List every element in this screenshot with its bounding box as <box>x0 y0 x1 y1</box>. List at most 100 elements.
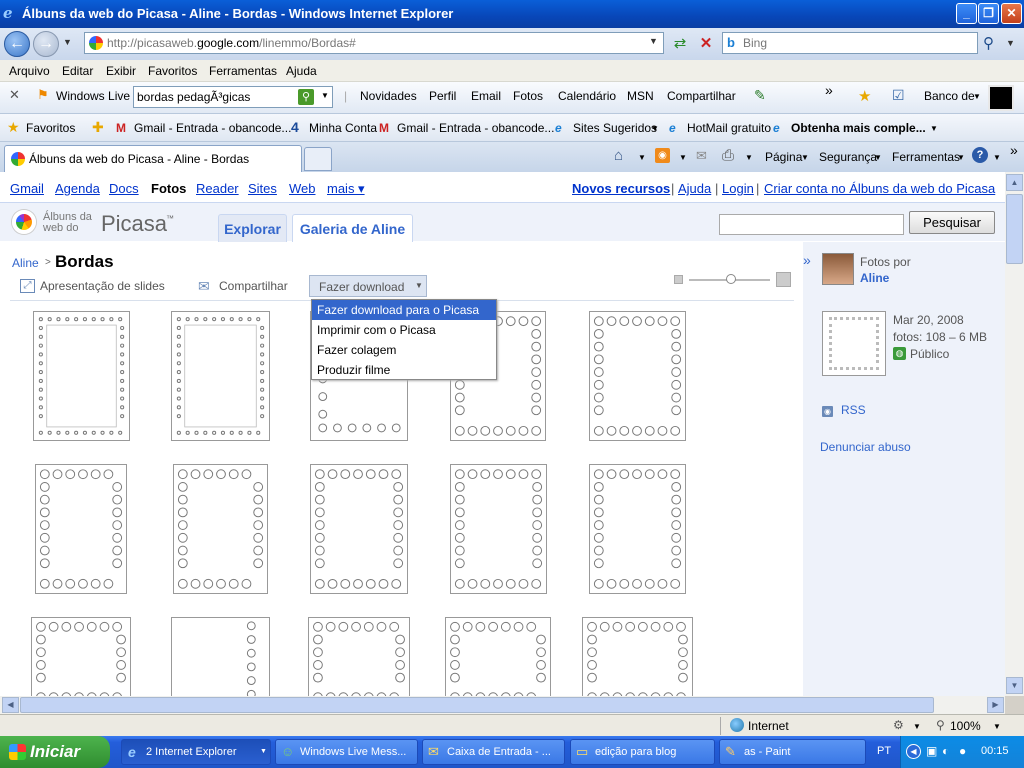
zoom-level[interactable]: 100% <box>950 719 981 733</box>
seguranca-dropdown-icon[interactable]: ▼ <box>874 153 882 162</box>
more-chevron-icon[interactable]: » <box>825 82 833 98</box>
task-paint[interactable]: ✎ as - Paint <box>719 739 866 765</box>
menu-editar[interactable]: Editar <box>62 64 93 78</box>
tray-messenger-icon[interactable]: ● <box>959 744 966 758</box>
collapse-sidebar-icon[interactable]: » <box>803 252 811 268</box>
gbar-agenda[interactable]: Agenda <box>55 181 100 196</box>
favorites-button[interactable]: Favoritos <box>26 121 75 135</box>
tab-galeria[interactable]: Galeria de Aline <box>292 214 413 242</box>
link-email[interactable]: Email <box>471 89 501 103</box>
banco-label[interactable]: Banco de <box>924 89 975 103</box>
banco-dropdown-icon[interactable]: ▼ <box>973 92 981 101</box>
minimize-button[interactable]: _ <box>956 3 977 24</box>
link-msn[interactable]: MSN <box>627 89 654 103</box>
tray-expand-icon[interactable]: ◀ <box>906 744 921 759</box>
album-cover-thumb[interactable] <box>822 311 886 376</box>
menu-ferramentas-tools[interactable]: Ferramentas <box>892 150 960 164</box>
dropdown-print-picasa[interactable]: Imprimir com o Picasa <box>312 320 496 340</box>
owner-link[interactable]: Aline <box>860 271 889 285</box>
gbar-web[interactable]: Web <box>289 181 316 196</box>
checklist-icon[interactable]: ☑ <box>892 87 905 104</box>
photo-thumbnail[interactable] <box>308 617 410 696</box>
photo-thumbnail[interactable] <box>450 464 547 594</box>
home-dropdown-icon[interactable]: ▼ <box>638 153 646 162</box>
photo-thumbnail[interactable] <box>582 617 693 696</box>
photo-thumbnail[interactable] <box>171 617 270 696</box>
breadcrumb-user[interactable]: Aline <box>12 256 39 270</box>
forward-arrow-icon[interactable]: → <box>33 31 59 57</box>
tray-volume-icon[interactable]: ◐ <box>942 744 949 758</box>
scroll-right-icon[interactable]: ▶ <box>987 697 1004 713</box>
rss-link[interactable]: RSS <box>841 403 866 417</box>
dropdown-download-picasa[interactable]: Fazer download para o Picasa <box>312 300 496 320</box>
large-thumb-icon[interactable] <box>776 272 791 287</box>
owner-avatar[interactable] <box>822 253 854 285</box>
share-pencil-icon[interactable]: ✎ <box>754 87 766 104</box>
dropdown-movie[interactable]: Produzir filme <box>312 360 496 380</box>
history-dropdown-icon[interactable]: ▼ <box>63 37 72 47</box>
gbar-mais[interactable]: mais ▾ <box>327 181 365 197</box>
help-dropdown-icon[interactable]: ▼ <box>993 153 1001 162</box>
live-search-dropdown-icon[interactable]: ▼ <box>321 91 329 100</box>
menu-pagina[interactable]: Página <box>765 150 802 164</box>
protected-mode-icon[interactable]: ⚙ <box>893 718 904 732</box>
photo-thumbnail[interactable] <box>31 617 131 696</box>
window-title-bar[interactable]: e Álbuns da web do Picasa - Aline - Bord… <box>0 0 1024 28</box>
favorites-star-icon[interactable]: ★ <box>858 87 871 105</box>
gbar-novos-recursos[interactable]: Novos recursos <box>572 181 670 196</box>
help-icon[interactable]: ? <box>972 147 988 163</box>
task-caixa-entrada[interactable]: ✉ Caixa de Entrada - ... <box>422 739 565 765</box>
new-tab-button[interactable] <box>304 147 332 171</box>
gbar-ajuda[interactable]: Ajuda <box>678 181 711 196</box>
scroll-left-icon[interactable]: ◀ <box>2 697 19 713</box>
task-messenger[interactable]: ☺ Windows Live Mess... <box>275 739 418 765</box>
menu-ferramentas[interactable]: Ferramentas <box>209 64 277 78</box>
search-options-icon[interactable]: ▼ <box>1006 38 1015 48</box>
horizontal-scroll-thumb[interactable] <box>20 697 934 713</box>
search-magnifier-icon[interactable]: ⚲ <box>983 34 994 52</box>
start-button[interactable]: Iniciar <box>0 736 110 768</box>
obtenha-dropdown-icon[interactable]: ▼ <box>930 124 938 133</box>
close-button[interactable]: ✕ <box>1001 3 1022 24</box>
pagina-dropdown-icon[interactable]: ▼ <box>801 153 809 162</box>
zoom-dropdown-icon[interactable]: ▼ <box>993 722 1001 731</box>
gbar-reader[interactable]: Reader <box>196 181 239 196</box>
rss-icon[interactable]: ◉ <box>822 406 833 417</box>
zoom-icon[interactable]: ⚲ <box>936 718 945 732</box>
photo-thumbnail[interactable] <box>33 311 130 441</box>
sites-dropdown-icon[interactable]: ▼ <box>651 124 659 133</box>
menu-ajuda[interactable]: Ajuda <box>286 64 317 78</box>
small-thumb-icon[interactable] <box>674 275 683 284</box>
photo-thumbnail[interactable] <box>445 617 551 696</box>
fav-obtenha[interactable]: Obtenha mais comple... <box>791 121 926 135</box>
language-indicator[interactable]: PT <box>877 745 891 757</box>
gbar-sites[interactable]: Sites <box>248 181 277 196</box>
refresh-icon[interactable]: ⇄ <box>670 34 690 54</box>
gbar-login[interactable]: Login <box>722 181 754 196</box>
photo-thumbnail[interactable] <box>171 311 270 441</box>
photo-thumbnail[interactable] <box>589 311 686 441</box>
link-compartilhar[interactable]: Compartilhar <box>667 89 736 103</box>
fav-gmail-2[interactable]: Gmail - Entrada - obancode... <box>397 121 554 135</box>
fav-gmail-1[interactable]: Gmail - Entrada - obancode... <box>134 121 291 135</box>
scroll-up-icon[interactable]: ▲ <box>1006 174 1023 191</box>
print-dropdown-icon[interactable]: ▼ <box>745 153 753 162</box>
task-internet-explorer[interactable]: e 2 Internet Explorer ▼ <box>121 739 271 765</box>
horizontal-scrollbar[interactable]: ◀ ▶ <box>0 696 1005 714</box>
live-search-input[interactable]: bordas pedagÃ³gicas ⚲ ▼ <box>133 86 333 108</box>
protected-dropdown-icon[interactable]: ▼ <box>913 722 921 731</box>
rss-dropdown-icon[interactable]: ▼ <box>679 153 687 162</box>
photo-thumbnail[interactable] <box>310 464 408 594</box>
mail-icon[interactable]: ✉ <box>696 148 707 164</box>
share-link[interactable]: Compartilhar <box>219 279 288 293</box>
slideshow-icon[interactable]: ⤢ <box>20 279 35 293</box>
link-perfil[interactable]: Perfil <box>429 89 456 103</box>
tab-explorar[interactable]: Explorar <box>218 214 287 242</box>
vertical-scrollbar[interactable]: ▲ ▼ <box>1005 172 1024 696</box>
tab-picasa[interactable]: Álbuns da web do Picasa - Aline - Bordas <box>4 145 302 172</box>
photo-thumbnail[interactable] <box>35 464 127 594</box>
windows-live-label[interactable]: Windows Live <box>56 89 130 103</box>
tray-monitor-icon[interactable]: ▣ <box>926 744 937 758</box>
pesquisar-button[interactable]: Pesquisar <box>909 211 995 234</box>
share-envelope-icon[interactable]: ✉ <box>198 278 210 295</box>
